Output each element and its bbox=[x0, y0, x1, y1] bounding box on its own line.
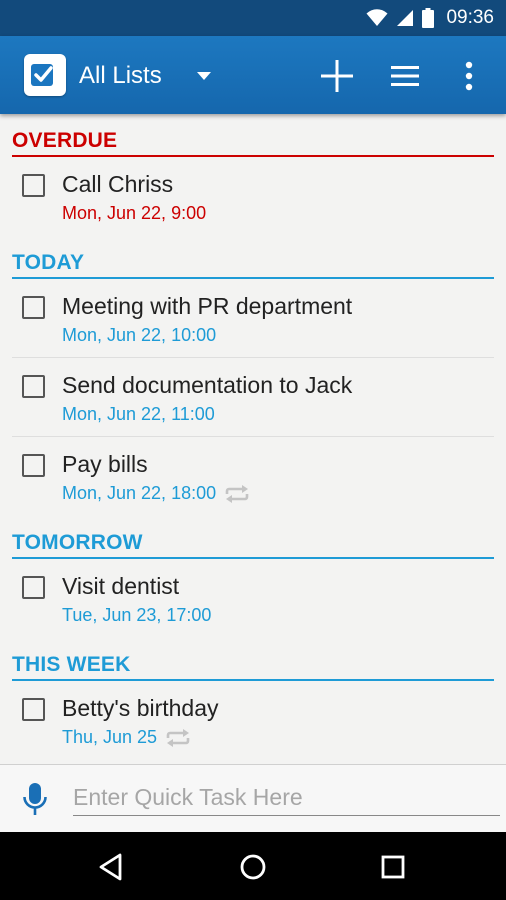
repeat-icon bbox=[166, 728, 190, 747]
task-date-text: Tue, Jun 23, 17:00 bbox=[62, 605, 212, 625]
task-item[interactable]: Visit dentist Tue, Jun 23, 17:00 bbox=[12, 559, 494, 638]
task-list: OVERDUE Call Chriss Mon, Jun 22, 9:00 TO… bbox=[0, 114, 506, 764]
battery-icon bbox=[422, 8, 435, 28]
recents-icon[interactable] bbox=[376, 850, 410, 884]
task-due-date: Mon, Jun 22, 9:00 bbox=[62, 203, 206, 224]
wifi-icon bbox=[366, 9, 388, 26]
section-tomorrow: TOMORROW Visit dentist Tue, Jun 23, 17:0… bbox=[0, 516, 506, 638]
task-item[interactable]: Meeting with PR department Mon, Jun 22, … bbox=[12, 279, 494, 358]
microphone-icon[interactable] bbox=[22, 783, 48, 817]
status-time: 09:36 bbox=[446, 7, 494, 28]
section-header: THIS WEEK bbox=[12, 638, 494, 681]
quick-task-bar bbox=[0, 764, 506, 833]
navigation-bar bbox=[0, 832, 506, 900]
task-due-date: Thu, Jun 25 bbox=[62, 727, 191, 748]
task-checkbox[interactable] bbox=[22, 454, 45, 477]
task-item[interactable]: Betty's birthday Thu, Jun 25 bbox=[12, 681, 494, 760]
list-view-button[interactable] bbox=[385, 56, 425, 96]
task-checkbox[interactable] bbox=[22, 698, 45, 721]
quick-task-input[interactable] bbox=[73, 779, 500, 816]
task-checkbox[interactable] bbox=[22, 174, 45, 197]
task-title: Call Chriss bbox=[62, 171, 174, 197]
task-title: Send documentation to Jack bbox=[62, 372, 353, 398]
task-item[interactable]: Call Chriss Mon, Jun 22, 9:00 bbox=[12, 157, 494, 236]
section-header: OVERDUE bbox=[12, 114, 494, 157]
task-item[interactable]: Pay bills Mon, Jun 22, 18:00 bbox=[12, 437, 494, 516]
task-due-date: Tue, Jun 23, 17:00 bbox=[62, 605, 211, 626]
overflow-menu-icon bbox=[465, 61, 473, 91]
task-date-text: Mon, Jun 22, 9:00 bbox=[62, 203, 207, 223]
app-bar: All Lists bbox=[0, 36, 506, 114]
task-title: Visit dentist bbox=[62, 573, 180, 599]
section-header: TODAY bbox=[12, 236, 494, 279]
task-due-date: Mon, Jun 22, 11:00 bbox=[62, 404, 215, 425]
task-date-text: Mon, Jun 22, 18:00 bbox=[62, 483, 217, 503]
task-checkbox[interactable] bbox=[22, 576, 45, 599]
task-title: Betty's birthday bbox=[62, 695, 219, 721]
list-view-icon bbox=[391, 66, 419, 86]
status-bar: 09:36 bbox=[0, 0, 506, 36]
back-icon[interactable] bbox=[96, 850, 130, 884]
section-today: TODAY Meeting with PR department Mon, Ju… bbox=[0, 236, 506, 516]
add-task-button[interactable] bbox=[317, 56, 357, 96]
task-date-text: Mon, Jun 22, 11:00 bbox=[62, 404, 215, 424]
task-title: Pay bills bbox=[62, 451, 148, 477]
section-this-week: THIS WEEK Betty's birthday Thu, Jun 25 bbox=[0, 638, 506, 760]
repeat-icon bbox=[225, 484, 249, 503]
section-header: TOMORROW bbox=[12, 516, 494, 559]
overflow-menu-button[interactable] bbox=[449, 56, 489, 96]
list-title: All Lists bbox=[79, 62, 162, 89]
task-date-text: Mon, Jun 22, 10:00 bbox=[62, 325, 217, 345]
section-overdue: OVERDUE Call Chriss Mon, Jun 22, 9:00 bbox=[0, 114, 506, 236]
cell-signal-icon bbox=[397, 10, 414, 26]
dropdown-arrow-icon[interactable] bbox=[197, 72, 211, 81]
task-due-date: Mon, Jun 22, 10:00 bbox=[62, 325, 216, 346]
task-due-date: Mon, Jun 22, 18:00 bbox=[62, 483, 250, 504]
task-item[interactable]: Send documentation to Jack Mon, Jun 22, … bbox=[12, 358, 494, 437]
task-title: Meeting with PR department bbox=[62, 293, 353, 319]
task-date-text: Thu, Jun 25 bbox=[62, 727, 158, 747]
home-icon[interactable] bbox=[236, 850, 270, 884]
task-checkbox[interactable] bbox=[22, 296, 45, 319]
add-icon bbox=[321, 60, 353, 92]
list-selector[interactable]: All Lists bbox=[79, 58, 162, 94]
task-checkbox[interactable] bbox=[22, 375, 45, 398]
app-logo-icon bbox=[24, 54, 66, 96]
